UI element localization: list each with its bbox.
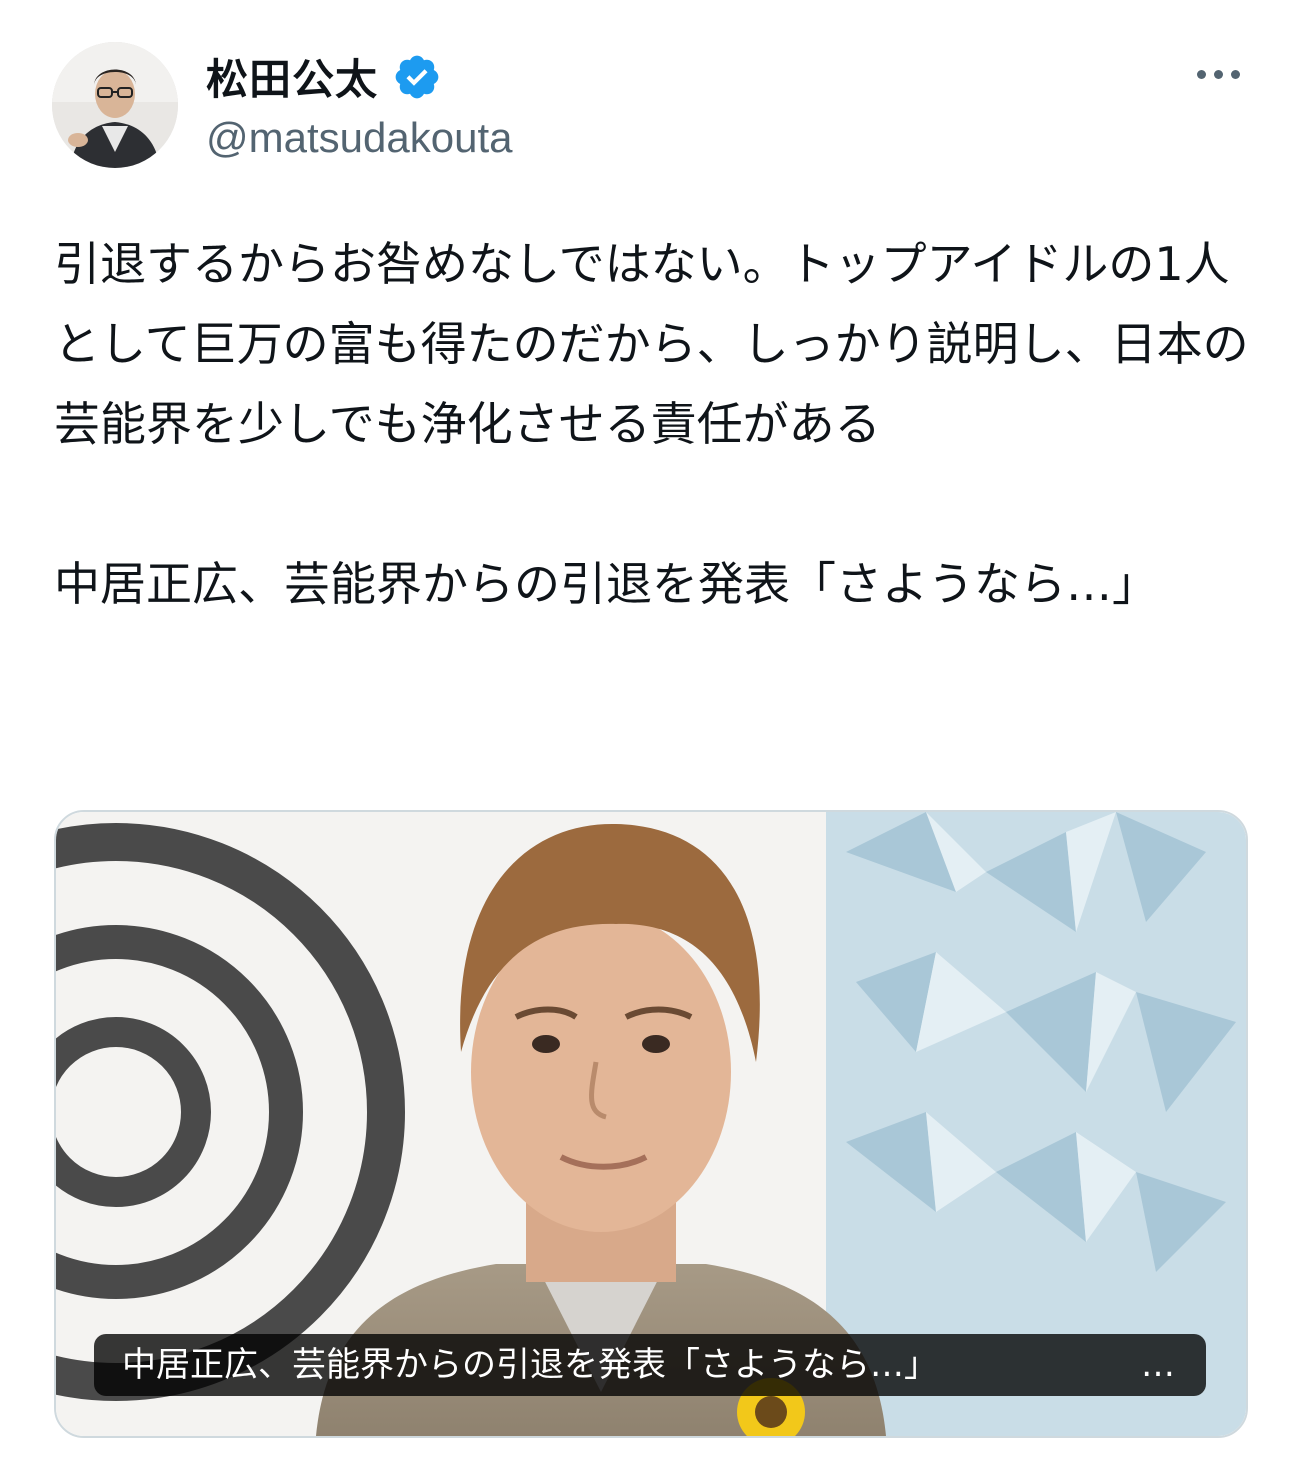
author-name-row[interactable]: 松田公太 (206, 46, 442, 107)
more-horizontal-icon (1196, 69, 1206, 79)
tweet-body: 引退するからお咎めなしではない。トップアイドルの1人として巨万の富も得たのだから… (54, 237, 1249, 451)
tweet-text: 引退するからお咎めなしではない。トップアイドルの1人として巨万の富も得たのだから… (54, 224, 1250, 624)
author-handle[interactable]: @matsudakouta (206, 114, 512, 162)
avatar-photo (52, 42, 178, 168)
link-card-caption[interactable]: 中居正広、芸能界からの引退を発表「さようなら…」 … (94, 1334, 1206, 1396)
more-options-button[interactable] (1188, 54, 1248, 94)
author-display-name[interactable]: 松田公太 (206, 46, 378, 107)
link-card[interactable]: 中居正広、芸能界からの引退を発表「さようなら…」 … (54, 810, 1248, 1438)
more-horizontal-icon-dot (1230, 69, 1240, 79)
author-avatar[interactable] (52, 42, 178, 168)
link-card-ellipsis: … (1141, 1345, 1178, 1385)
verified-badge-icon (395, 55, 439, 98)
tweet-link-title[interactable]: 中居正広、芸能界からの引退を発表「さようなら…」 (54, 544, 1250, 624)
link-card-title: 中居正広、芸能界からの引退を発表「さようなら…」 (122, 1345, 938, 1385)
more-horizontal-icon-dot (1213, 69, 1223, 79)
